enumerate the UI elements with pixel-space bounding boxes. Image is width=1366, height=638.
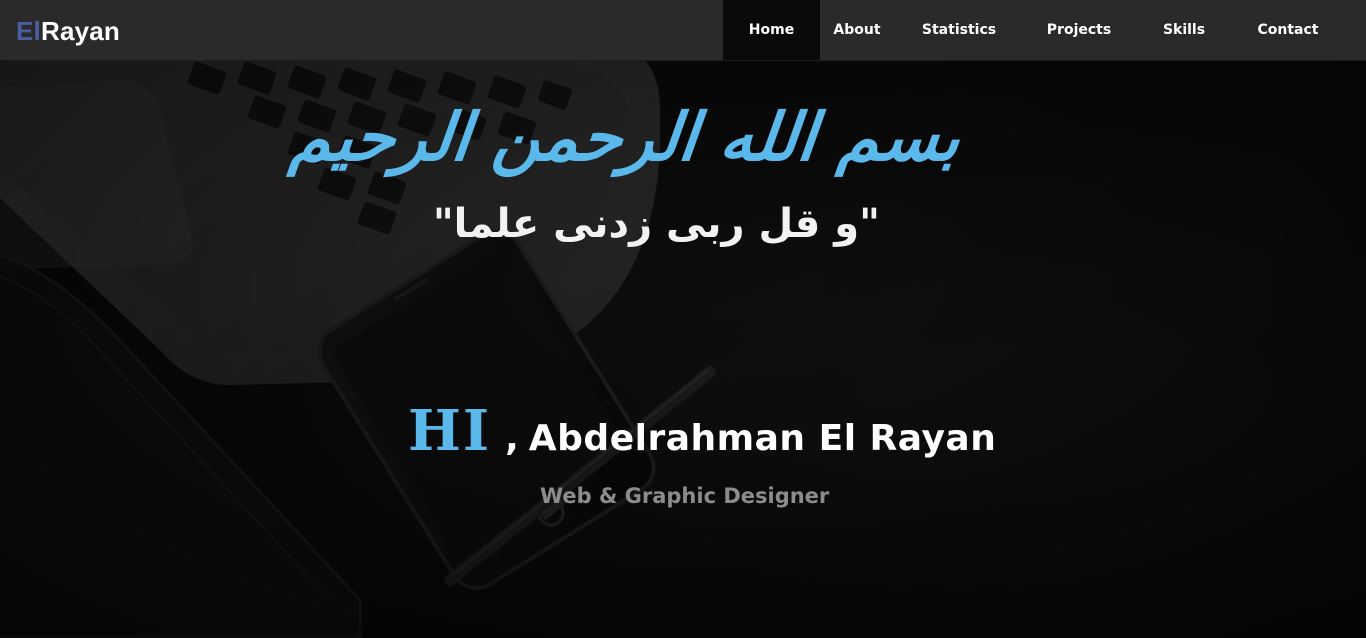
greeting-comma: , [505, 418, 519, 459]
greeting-hi: HI [408, 398, 492, 464]
page: ElRayan Home About Statistics Projects S… [0, 0, 1366, 638]
hero-arabic-title: بسم الله الرحمن الرحيم [286, 99, 965, 176]
hero-role: Web & Graphic Designer [540, 484, 830, 508]
hero-name: Abdelrahman El Rayan [528, 418, 997, 459]
navbar: ElRayan Home About Statistics Projects S… [0, 0, 1366, 61]
nav-item-home[interactable]: Home [723, 0, 820, 60]
nav-item-projects[interactable]: Projects [1024, 0, 1134, 60]
brand-logo[interactable]: ElRayan [16, 16, 120, 46]
hero-greeting: HI, Abdelrahman El Rayan [408, 398, 996, 470]
brand-prefix: El [16, 16, 41, 46]
hero-arabic-subtitle: "و قل ربى زدنى علما" [432, 201, 880, 247]
nav-item-skills[interactable]: Skills [1134, 0, 1234, 60]
nav-item-statistics[interactable]: Statistics [894, 0, 1024, 60]
main-nav: Home About Statistics Projects Skills Co… [723, 0, 1342, 60]
brand-name: Rayan [40, 16, 121, 46]
nav-item-contact[interactable]: Contact [1234, 0, 1342, 60]
nav-item-about[interactable]: About [820, 0, 894, 60]
